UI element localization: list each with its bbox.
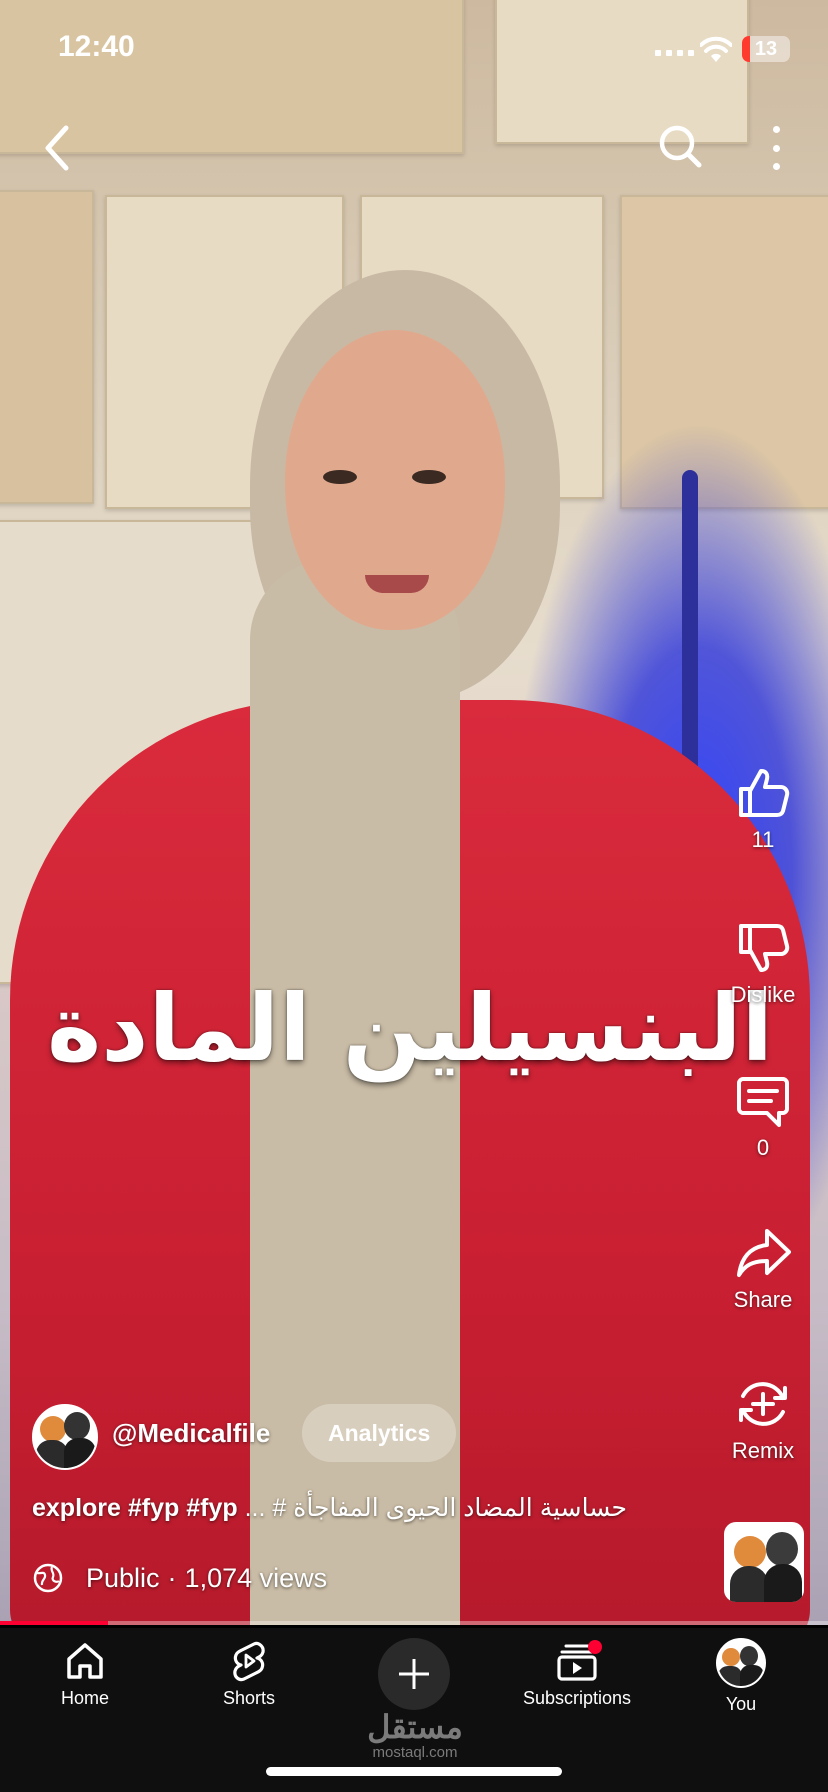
dislike-button[interactable]: Dislike	[703, 920, 823, 1008]
visibility-label: Public	[86, 1562, 160, 1593]
analytics-button[interactable]: Analytics	[302, 1404, 457, 1462]
poster-top-right	[495, 0, 749, 144]
remix-button[interactable]: Remix	[703, 1376, 823, 1464]
meta-separator: ·	[167, 1562, 177, 1593]
remix-icon	[739, 1382, 787, 1426]
nav-home[interactable]: Home	[10, 1628, 160, 1709]
share-button[interactable]: Share	[703, 1225, 823, 1313]
nav-home-label: Home	[60, 1688, 109, 1708]
watermark-arabic: مستقل	[367, 1709, 463, 1745]
comment-icon	[737, 1077, 789, 1127]
like-count: 11	[751, 827, 775, 852]
back-arrow-icon[interactable]	[36, 120, 80, 176]
channel-avatar[interactable]	[32, 1404, 98, 1470]
bottom-navigation: Home Shorts Subscriptions You مستقل most…	[0, 1628, 828, 1792]
new-content-dot	[588, 1640, 602, 1654]
video-overlay-title: البنسيلين المادة	[46, 975, 775, 1082]
presenter-scarf	[250, 560, 460, 1625]
like-button[interactable]: 11	[703, 765, 823, 853]
poster-skull	[0, 190, 94, 504]
status-time: 12:40	[58, 30, 135, 63]
create-button[interactable]	[378, 1638, 450, 1710]
share-label: Share	[733, 1287, 793, 1312]
comments-button[interactable]: 0	[703, 1073, 823, 1161]
led-lamp	[682, 470, 698, 790]
mostaql-watermark: مستقل mostaql.com	[340, 1710, 490, 1761]
nav-you-label: You	[725, 1694, 757, 1714]
channel-handle[interactable]: @Medicalfile	[112, 1418, 270, 1449]
video-caption[interactable]: explore #fyp #fyp ... # حساسية المضاد ال…	[32, 1493, 722, 1523]
nav-you[interactable]: You	[666, 1628, 816, 1715]
nav-subscriptions[interactable]: Subscriptions	[502, 1628, 652, 1709]
battery-level-fill	[742, 36, 750, 62]
globe-icon	[33, 1563, 63, 1593]
playback-progress-fill	[0, 1621, 108, 1625]
watermark-latin: mostaql.com	[372, 1744, 458, 1761]
comment-count: 0	[756, 1135, 770, 1160]
battery-percent: 13	[754, 38, 778, 60]
home-icon	[67, 1643, 103, 1679]
presenter-eye-right	[412, 470, 446, 484]
nav-shorts-label: Shorts	[222, 1688, 276, 1708]
share-arrow-icon	[737, 1229, 791, 1277]
presenter-eye-left	[323, 470, 357, 484]
thumbs-down-icon	[739, 924, 790, 972]
thumbs-up-icon	[739, 769, 790, 817]
cellular-signal-icon	[655, 50, 694, 56]
sound-thumbnail[interactable]	[724, 1522, 804, 1602]
shorts-icon	[233, 1641, 265, 1682]
video-meta: Public · 1,074 views	[32, 1560, 327, 1596]
dislike-label: Dislike	[730, 982, 796, 1007]
profile-avatar	[716, 1638, 766, 1688]
home-indicator[interactable]	[266, 1767, 562, 1776]
presenter-mouth	[365, 575, 429, 593]
nav-subscriptions-label: Subscriptions	[522, 1688, 632, 1708]
nav-shorts[interactable]: Shorts	[174, 1628, 324, 1709]
status-bar: 12:40 13	[0, 30, 828, 70]
caption-text: ... # حساسية المضاد الحيوى المفاجأة	[244, 1494, 627, 1522]
wifi-icon	[700, 36, 732, 62]
caption-tags: explore #fyp #fyp	[32, 1494, 238, 1522]
playback-progress-bar[interactable]	[0, 1621, 828, 1625]
remix-label: Remix	[731, 1438, 795, 1463]
view-count: 1,074 views	[184, 1562, 328, 1593]
battery-icon: 13	[742, 36, 790, 62]
more-options-icon[interactable]	[766, 126, 786, 170]
search-icon[interactable]	[656, 122, 704, 170]
